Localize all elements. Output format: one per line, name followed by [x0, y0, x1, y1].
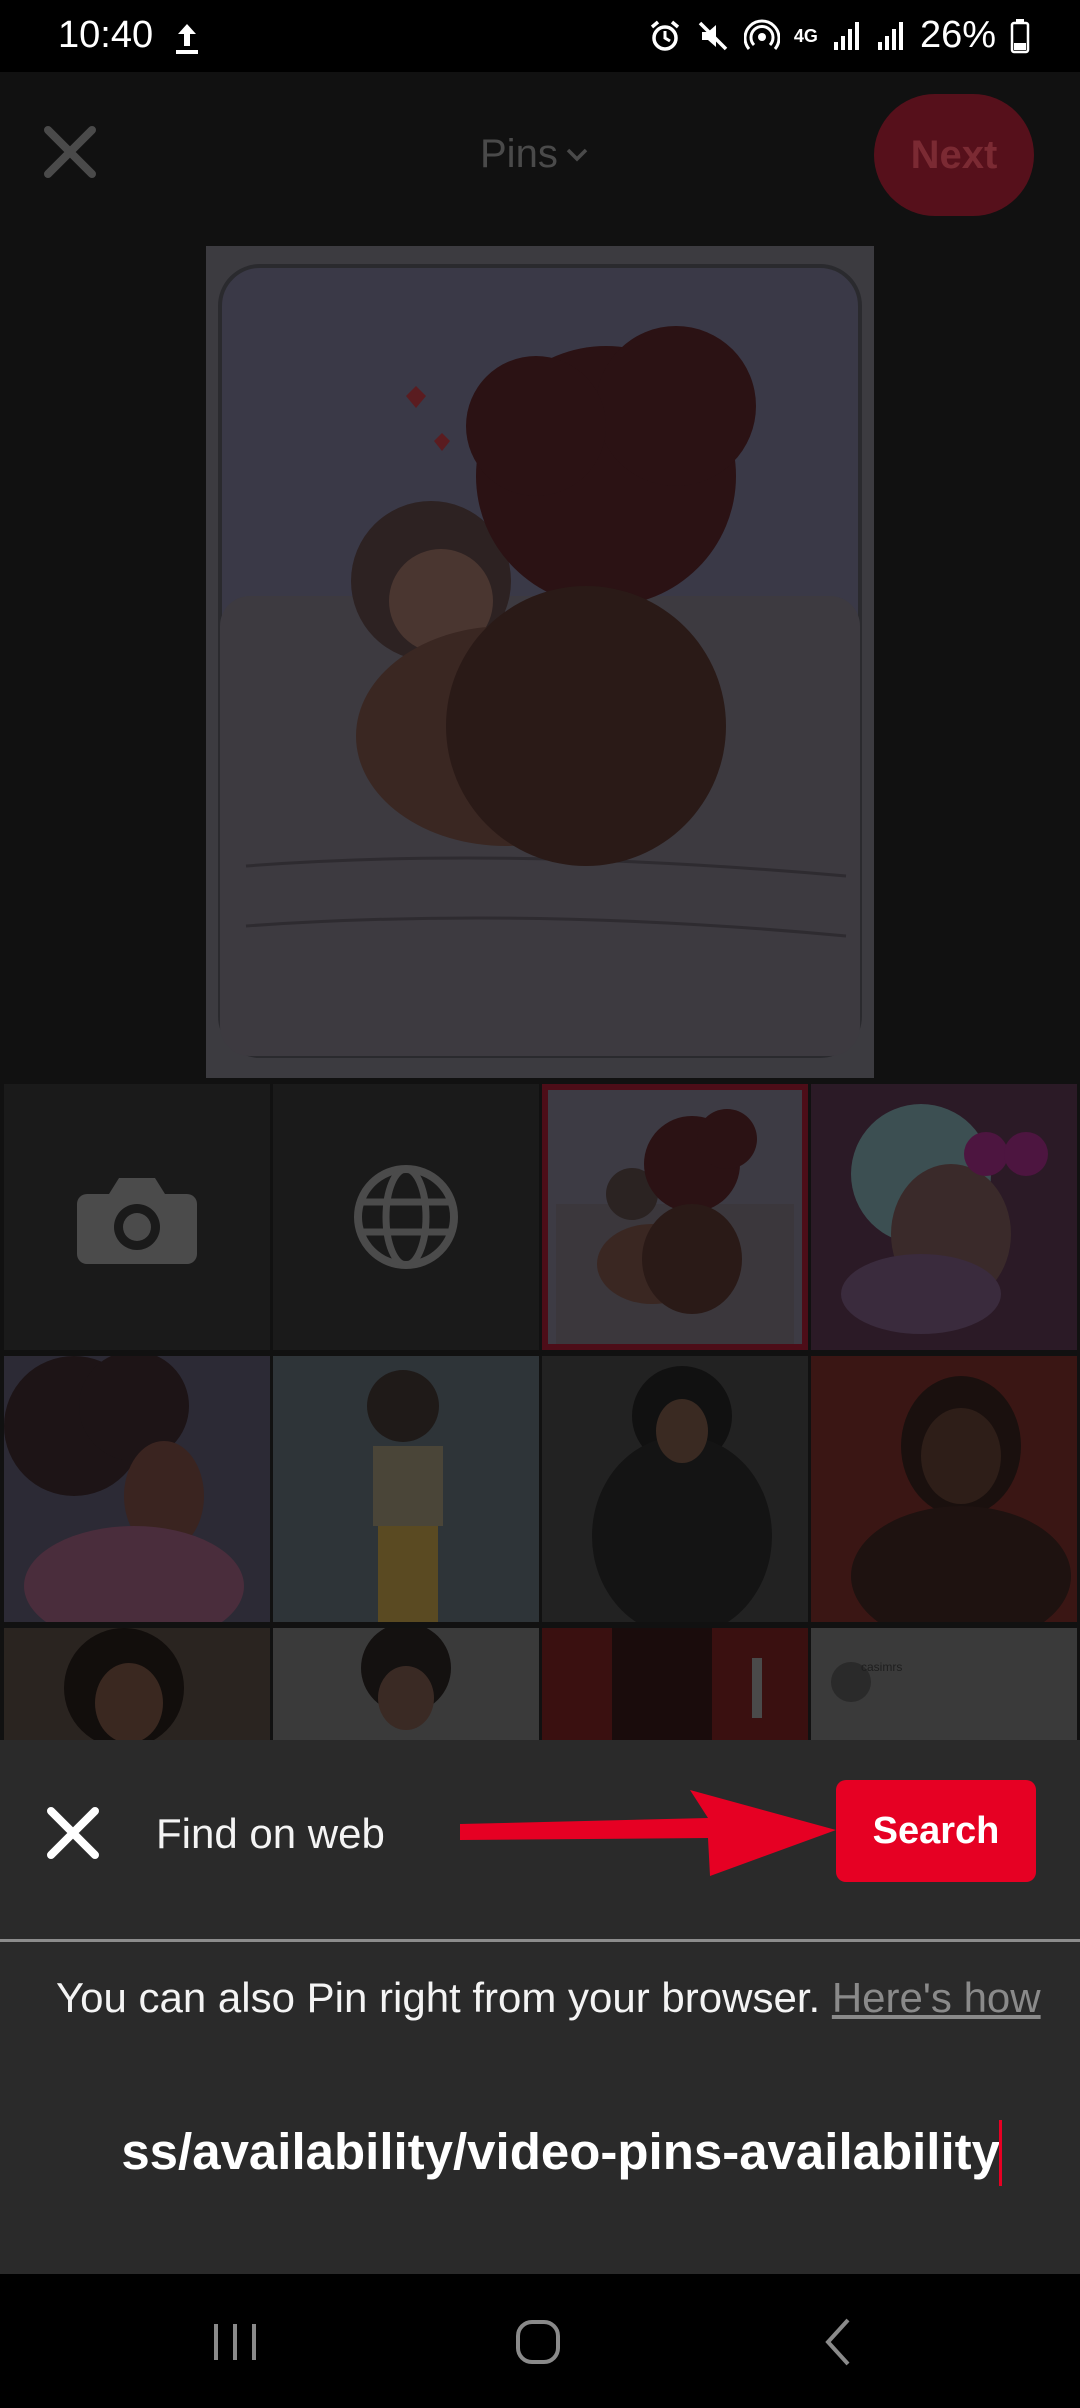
- browser-hint: You can also Pin right from your browser…: [56, 1972, 1046, 2024]
- alarm-icon: [650, 20, 680, 51]
- pin-thumbnail: [4, 1628, 270, 1740]
- pin-tile[interactable]: [811, 1356, 1077, 1622]
- back-icon[interactable]: [796, 2302, 886, 2382]
- url-input[interactable]: ss/availability/video-pins-availability: [78, 2110, 1002, 2200]
- recent-apps-icon[interactable]: [190, 2302, 280, 2382]
- pin-tile[interactable]: [811, 1084, 1077, 1350]
- pin-tile[interactable]: [273, 1356, 539, 1622]
- hotspot-icon: [743, 19, 780, 50]
- find-on-web-title: Find on web: [156, 1810, 385, 1857]
- preview-artwork: [218, 264, 862, 1058]
- mute-icon: [698, 21, 728, 50]
- selected-image-preview: [206, 246, 874, 1078]
- status-time: 10:40: [58, 14, 154, 56]
- upload-icon: [176, 24, 198, 54]
- pin-tile[interactable]: [273, 1628, 539, 1740]
- selected-pin-tile[interactable]: [542, 1084, 808, 1350]
- status-icons: 4G 26%: [648, 14, 1030, 57]
- heres-how-link[interactable]: Here's how: [832, 1974, 1041, 2021]
- url-value: ss/availability/video-pins-availability: [121, 2123, 1000, 2180]
- battery-icon: [1010, 18, 1030, 53]
- hint-text: You can also Pin right from your browser…: [56, 1974, 832, 2021]
- text-cursor: [999, 2120, 1002, 2186]
- camera-tile[interactable]: [4, 1084, 270, 1350]
- next-button[interactable]: Next: [874, 94, 1034, 216]
- search-button[interactable]: Search: [836, 1780, 1036, 1882]
- pin-thumbnail: [542, 1356, 808, 1622]
- pin-tile[interactable]: [4, 1628, 270, 1740]
- sheet-header: Find on web Search: [0, 1740, 1080, 1942]
- pin-thumbnail: [273, 1628, 539, 1740]
- pin-tile[interactable]: [542, 1628, 808, 1740]
- globe-icon: [354, 1165, 458, 1269]
- signal-icon-2: [877, 21, 903, 50]
- pin-thumbnail: [811, 1084, 1077, 1350]
- board-dropdown-label: Pins: [480, 132, 558, 176]
- network-type: 4G: [793, 25, 818, 46]
- arrow-annotation: [460, 1790, 836, 1876]
- camera-icon: [77, 1178, 197, 1264]
- find-on-web-sheet: Find on web Search You can also Pin righ…: [0, 1740, 1080, 2274]
- pin-thumbnail: [4, 1356, 270, 1622]
- board-dropdown[interactable]: Pins: [480, 132, 588, 177]
- pin-thumbnail: [542, 1628, 808, 1740]
- home-icon[interactable]: [492, 2302, 582, 2382]
- top-bar: Pins Next: [0, 72, 1080, 240]
- pin-tile[interactable]: casimrs: [811, 1628, 1077, 1740]
- pin-thumbnail: [273, 1356, 539, 1622]
- close-icon[interactable]: [44, 1804, 102, 1862]
- system-nav-bar: [0, 2274, 1080, 2408]
- pin-tile[interactable]: [542, 1356, 808, 1622]
- pin-thumbnail: [811, 1356, 1077, 1622]
- signal-icon-1: [833, 21, 859, 50]
- pin-creation-screen: Pins Next casimrs: [0, 72, 1080, 1740]
- web-tile[interactable]: [273, 1084, 539, 1350]
- pin-thumbnail: [542, 1084, 808, 1350]
- battery-percent: 26%: [919, 14, 996, 56]
- pin-username: casimrs: [861, 1660, 903, 1674]
- status-bar: 10:40 4G 26%: [0, 0, 1080, 72]
- close-icon[interactable]: [40, 122, 100, 182]
- chevron-down-icon: [566, 148, 588, 161]
- pin-tile[interactable]: [4, 1356, 270, 1622]
